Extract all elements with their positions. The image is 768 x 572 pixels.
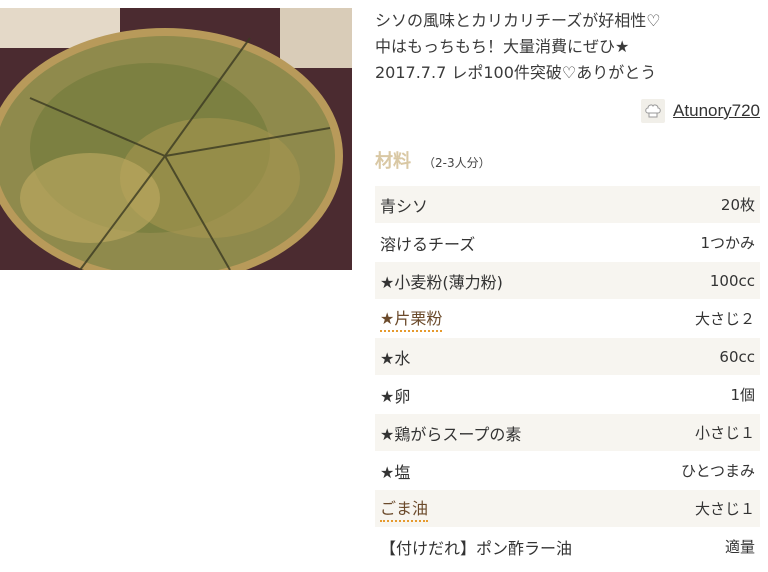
ingredient-qty: 大さじ１: [694, 500, 755, 518]
ingredient-row: ★鶏がらスープの素 小さじ１: [375, 414, 760, 452]
ingredient-name: ★卵: [380, 386, 411, 406]
ingredient-name: 青シソ: [380, 196, 429, 216]
ingredients-title: 材料: [375, 151, 411, 172]
ingredient-name-link[interactable]: ごま油: [380, 495, 429, 522]
ingredient-name-link[interactable]: ★片栗粉: [380, 305, 443, 332]
ingredient-name: ★小麦粉(薄力粉): [380, 272, 503, 292]
ingredient-qty: 20枚: [720, 196, 755, 214]
author-link[interactable]: Atunory720: [673, 101, 760, 121]
ingredient-row: ★片栗粉 大さじ２: [375, 300, 760, 338]
ingredient-row: ★小麦粉(薄力粉) 100cc: [375, 262, 760, 300]
ingredient-qty: ひとつまみ: [681, 462, 755, 480]
ingredient-row: ★卵 1個: [375, 376, 760, 414]
description-line: 2017.7.7 レポ100件突破♡ありがとう: [375, 63, 657, 82]
ingredient-name: 溶けるチーズ: [380, 234, 476, 254]
ingredient-qty: 1個: [730, 386, 755, 404]
description-line: 中はもっちもち！大量消費にぜひ★: [375, 37, 630, 56]
ingredient-row: ★塩 ひとつまみ: [375, 452, 760, 490]
servings-label: （2-3人分）: [423, 156, 491, 170]
author-block: Atunory720: [641, 97, 760, 125]
ingredients-list: 青シソ 20枚 溶けるチーズ 1つかみ ★小麦粉(薄力粉) 100cc ★片栗粉…: [375, 186, 760, 566]
recipe-description: シソの風味とカリカリチーズが好相性♡ 中はもっちもち！大量消費にぜひ★ 2017…: [375, 8, 760, 86]
ingredient-qty: 60cc: [719, 347, 755, 366]
ingredient-row: ★水 60cc: [375, 338, 760, 376]
ingredient-qty: 小さじ１: [694, 424, 755, 442]
ingredient-row: 青シソ 20枚: [375, 186, 760, 224]
ingredients-header: 材料 （2-3人分）: [375, 147, 491, 173]
ingredient-name: 【付けだれ】ポン酢ラー油: [380, 538, 573, 558]
description-line: シソの風味とカリカリチーズが好相性♡: [375, 11, 661, 30]
ingredient-name: ★鶏がらスープの素: [380, 424, 522, 444]
ingredient-qty: 適量: [724, 538, 755, 556]
ingredient-qty: 大さじ２: [694, 310, 755, 328]
ingredient-qty: 100cc: [709, 271, 755, 290]
chef-hat-icon: [641, 99, 666, 123]
ingredient-qty: 1つかみ: [700, 234, 755, 252]
ingredient-row: ごま油 大さじ１: [375, 490, 760, 528]
ingredient-row: 溶けるチーズ 1つかみ: [375, 224, 760, 262]
ingredient-row: 【付けだれ】ポン酢ラー油 適量: [375, 528, 760, 566]
recipe-photo[interactable]: [0, 8, 352, 270]
ingredient-name: ★水: [380, 348, 411, 368]
ingredient-name: ★塩: [380, 462, 411, 482]
